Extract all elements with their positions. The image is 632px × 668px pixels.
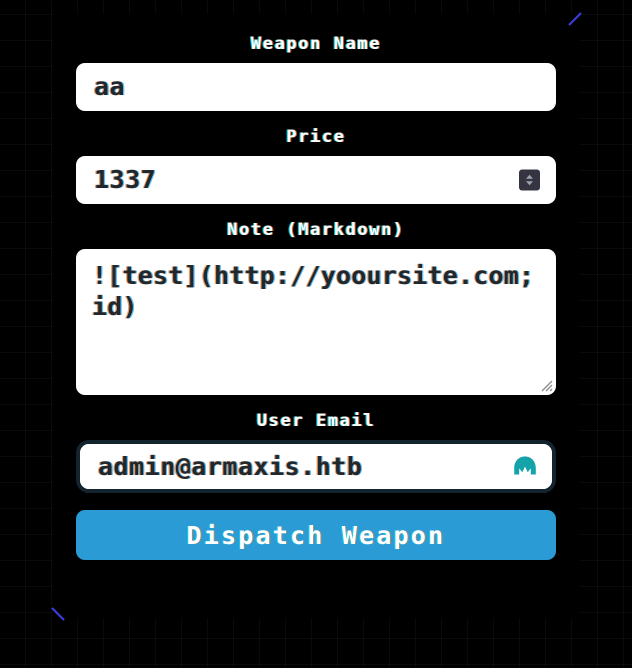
user-email-field-block: User Email — [76, 413, 556, 493]
diagonal-accent-line-icon — [50, 598, 72, 621]
resize-grip-icon[interactable] — [538, 377, 553, 392]
user-email-label: User Email — [256, 411, 376, 431]
note-label: Note (Markdown) — [227, 220, 405, 240]
dispatch-weapon-button[interactable]: Dispatch Weapon — [76, 510, 556, 560]
user-email-input-wrapper — [76, 440, 556, 493]
price-label: Price — [286, 127, 346, 147]
price-input-wrapper — [76, 156, 556, 204]
weapon-name-input[interactable] — [76, 63, 556, 111]
weapon-dispatch-form-card: Weapon Name Price Note (Markdown) ![test… — [50, 12, 583, 621]
note-field-block: Note (Markdown) ![test](http://yooursite… — [76, 222, 556, 395]
weapon-name-field-block: Weapon Name — [76, 36, 556, 111]
note-input-wrapper: ![test](http://yooursite.com;id) — [76, 249, 556, 395]
diagonal-accent-line-icon — [561, 12, 583, 35]
spinner-up-down-icon[interactable] — [519, 169, 540, 191]
page-root: Weapon Name Price Note (Markdown) ![test… — [0, 0, 632, 668]
weapon-name-label: Weapon Name — [250, 34, 382, 54]
note-textarea[interactable]: ![test](http://yooursite.com;id) — [76, 249, 556, 395]
price-input[interactable] — [76, 156, 556, 204]
price-field-block: Price — [76, 129, 556, 204]
password-manager-autofill-icon[interactable] — [512, 455, 538, 479]
user-email-input[interactable] — [80, 444, 552, 489]
